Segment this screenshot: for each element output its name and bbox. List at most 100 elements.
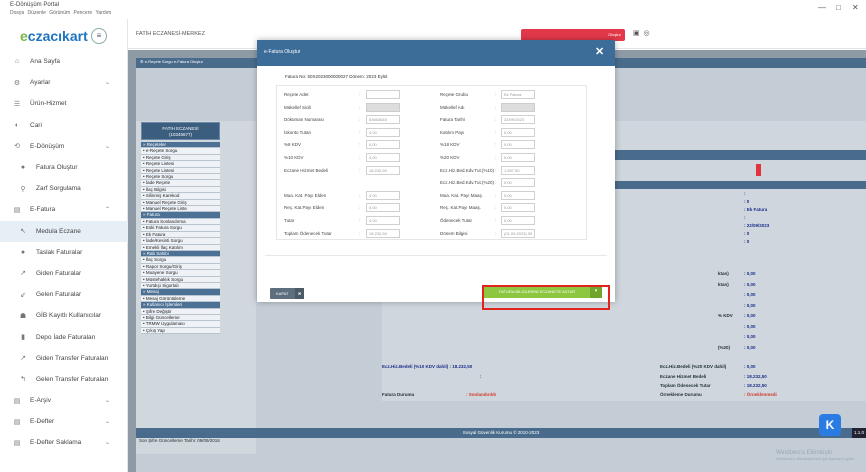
sidebar-item-gelen-faturalar[interactable]: ⇙ Gelen Faturalar [0,284,128,305]
sidebar-item-label: Fatura Oluştur [36,164,78,172]
sidebar-item-label: GİB Kayıtlı Kullanıcılar [36,312,102,320]
field-colon: : [359,104,361,110]
detail-value: : 0,00 [744,334,756,339]
field-colon: : [359,142,361,148]
storage-icon: ▤ [13,439,21,447]
sidebar-item-depo-i-ade-faturaları[interactable]: ▮ Depo İade Faturaları [0,326,128,347]
info-icon: ◎ [643,30,650,37]
pharmacy-title: FATİH ECZANESİ (10345677) [141,122,220,140]
brand-logo[interactable]: eczacıkart [20,28,88,44]
sidebar-item-medula-eczane[interactable]: ↖ Medula Eczane [0,220,128,242]
menu-toggle-icon[interactable]: ≡ [91,28,107,44]
sync-icon: ⟲ [14,143,20,151]
field-label: Fatura Tarihi [440,117,465,123]
detail-label: ktan) [718,271,729,276]
sidebar-item-ürün-hizmet[interactable]: ☰ Ürün-Hizmet [0,93,128,114]
maximize-icon[interactable]: □ [836,3,841,12]
window-menu[interactable]: Dosya Düzenle Görünüm Pencere Yardım [10,10,111,16]
field-input[interactable]: 0,00 [366,153,400,162]
invoice-status-label: Fatura Durumu [382,392,415,397]
field-input[interactable]: 0,00 [366,140,400,150]
field-input[interactable]: 0,00 [501,140,535,150]
field-input[interactable]: 0,00 [501,203,535,213]
detail-value: : 0,00 [744,302,756,308]
sidebar-item-gelen-transfer-faturaları[interactable]: ↰ Gelen Transfer Faturaları [0,369,128,390]
field-input[interactable]: 0,00 [366,127,400,137]
close-icon[interactable]: ✕ [595,45,604,58]
field-input[interactable] [501,102,535,112]
detail-value: : [744,215,746,220]
sidebar-item-label: Giden Faturalar [36,269,82,277]
toolbar-icons[interactable]: ▣ ◎ [633,29,650,37]
draft-icon: ● [20,248,26,256]
field-input[interactable]: 0,00 [366,216,400,225]
sidebar-item-e-defter[interactable]: ▤ E-Defter ⌄ [0,411,128,432]
sidebar-item-e-defter-saklama[interactable]: ▤ E-Defter Saklama ⌄ [0,432,128,453]
k-app-icon[interactable]: K [819,414,841,436]
field-input[interactable]: 1.657,50 [501,165,535,175]
field-input[interactable]: 22/09/2023 [501,115,535,125]
close-x-icon: ✖ [295,288,304,299]
field-colon: : [359,192,361,198]
sidebar-item-gi-b-kayıtlı-kullanıcılar[interactable]: ☗ GİB Kayıtlı Kullanıcılar [0,305,128,326]
sidebar-item-e-arşiv[interactable]: ▤ E-Arşiv ⌄ [0,390,128,411]
sidebar: eczacıkart ≡ ⌂ Ana Sayfa ⚙ Ayarlar ⌄ ☰ Ürün-Hi… [0,19,128,472]
sidebar-item-taslak-faturalar[interactable]: ● Taslak Faturalar [0,242,128,263]
field-input[interactable]: 53663645 [366,115,400,125]
detail-value: : 0 [744,231,750,236]
field-colon: : [495,142,497,148]
sidebar-item-ayarlar[interactable]: ⚙ Ayarlar ⌄ [0,72,128,93]
home-icon: ⌂ [14,58,20,66]
pharmacy-fee-label: Eczane Hizmet Bedeli [660,374,707,379]
field-colon: : [495,155,497,160]
field-input[interactable]: 0,00 [501,178,535,188]
field-input[interactable]: 18.232,50 [366,165,400,175]
sidebar-item-giden-transfer-faturaları[interactable]: ↗ Giden Transfer Faturaları [0,348,128,369]
field-colon: : [495,117,497,123]
archive-icon: ▤ [13,397,21,405]
portal-menu: » Reçeteler • e-Reçete Sorgu • Reçete Giri… [141,142,220,335]
field-label: Mükellef Sicili [284,104,312,110]
arrow-icon: ↖ [20,228,26,236]
close-window-icon[interactable]: ✕ [852,3,859,12]
close-button[interactable]: KAPAT ✖ [270,288,304,299]
sidebar-item-giden-faturalar[interactable]: ↗ Giden Faturalar [0,263,128,284]
sidebar-item-zarf-sorgulama[interactable]: ⚲ Zarf Sorgulama [0,178,128,199]
minimize-icon[interactable]: — [818,3,826,12]
field-input[interactable]: (01.09.2023) 09 [501,228,535,238]
sidebar-item-label: Gelen Faturalar [36,291,82,299]
invoice-icon: ● [20,164,26,172]
detail-value: : 22/09/2023 [744,223,770,228]
sidebar-item-label: E-Arşiv [30,397,51,405]
sidebar-item-cari[interactable]: ◐ Cari [0,115,128,136]
field-input[interactable]: Ek Fatura [501,90,535,99]
field-input[interactable] [366,90,400,99]
sidebar-item-ana-sayfa[interactable]: ⌂ Ana Sayfa [0,51,128,72]
field-label: İskonto Tutarı [284,129,312,135]
field-label: Reç. Kat.Payı Maaş. [440,205,482,211]
sidebar-item-e-fatura[interactable]: ▤ E-Fatura ⌃ [0,199,128,220]
field-label: Mua. Kat. Payı Elden [284,192,327,198]
detail-value: : 0,00 [744,292,756,297]
portal-menu-item[interactable]: • Çıkış Yap [141,327,220,335]
field-input[interactable]: 0,00 [366,190,400,200]
version-label: 1.1.0 [851,428,866,438]
sidebar-item-label: Depo İade Faturaları [36,333,96,341]
field-input[interactable]: 0,00 [366,203,400,213]
portal-tabs[interactable]: ⚙ e-Reçete Sorgu e-Fatura Oluştur [140,59,203,64]
field-label: Ecz.Hiz.Bed.Kdv.Tut.(%20) [440,180,495,186]
chevron-icon: ⌄ [104,143,110,150]
field-label: Reçete Adet [284,92,309,97]
field-colon: : [359,155,361,160]
field-input[interactable]: 0,00 [501,216,535,225]
field-label: %8 KDV [284,142,302,148]
screen-icon: ▣ [633,30,640,37]
chevron-icon: ⌃ [104,207,110,214]
field-input[interactable] [366,102,400,112]
sidebar-item-e-dönüşüm[interactable]: ⟲ E-Dönüşüm ⌄ [0,136,128,157]
sidebar-item-fatura-oluştur[interactable]: ● Fatura Oluştur [0,157,128,178]
field-input[interactable]: 18.232,50 [366,228,400,238]
field-input[interactable]: 0,00 [501,153,535,162]
field-input[interactable]: 0,00 [501,127,535,137]
field-input[interactable]: 0,00 [501,190,535,200]
